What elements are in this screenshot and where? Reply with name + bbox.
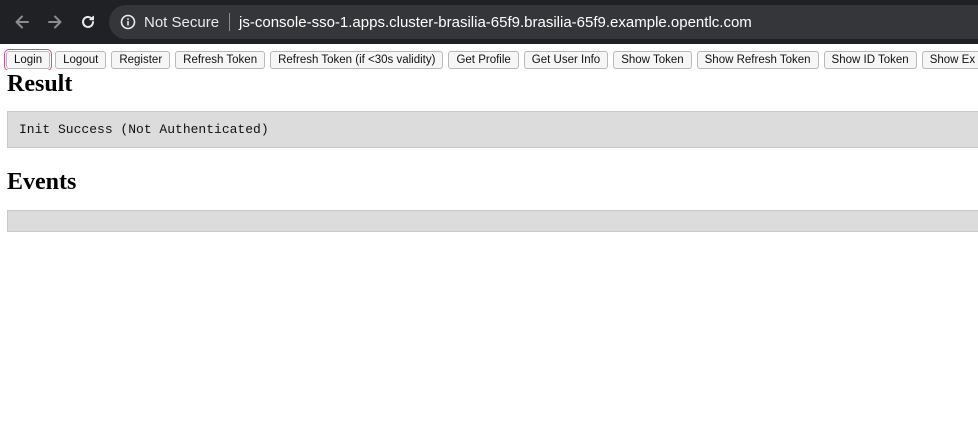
back-button[interactable]: [8, 8, 36, 36]
register-button[interactable]: Register: [111, 51, 171, 69]
forward-arrow-icon: [48, 15, 62, 29]
result-heading: Result: [7, 71, 73, 97]
result-panel: Init Success (Not Authenticated): [7, 111, 978, 148]
back-arrow-icon: [15, 15, 29, 29]
get-profile-button[interactable]: Get Profile: [448, 51, 519, 69]
get-user-info-button[interactable]: Get User Info: [523, 51, 609, 69]
show-expires-button[interactable]: Show Ex: [921, 51, 978, 69]
show-refresh-token-button[interactable]: Show Refresh Token: [696, 51, 819, 69]
events-heading: Events: [7, 169, 77, 195]
url-text[interactable]: js-console-sso-1.apps.cluster-brasilia-6…: [239, 14, 752, 31]
refresh-token-if-needed-button[interactable]: Refresh Token (if <30s validity): [270, 51, 444, 69]
info-icon[interactable]: [119, 13, 137, 31]
refresh-token-button[interactable]: Refresh Token: [175, 51, 266, 69]
address-bar[interactable]: Not Secure js-console-sso-1.apps.cluster…: [109, 5, 978, 39]
show-token-button[interactable]: Show Token: [613, 51, 692, 69]
reload-button[interactable]: [74, 8, 102, 36]
result-output: Init Success (Not Authenticated): [19, 122, 269, 137]
browser-toolbar: Not Secure js-console-sso-1.apps.cluster…: [0, 0, 978, 44]
reload-icon: [82, 15, 94, 28]
security-status-label[interactable]: Not Secure: [144, 14, 219, 31]
login-button[interactable]: Login: [3, 49, 53, 70]
show-id-token-button[interactable]: Show ID Token: [823, 51, 917, 69]
console-button-bar: Login Logout Register Refresh Token Refr…: [0, 44, 978, 70]
forward-button[interactable]: [41, 8, 69, 36]
omnibox-divider: [229, 13, 231, 31]
events-panel: [7, 210, 978, 232]
logout-button[interactable]: Logout: [55, 51, 107, 69]
